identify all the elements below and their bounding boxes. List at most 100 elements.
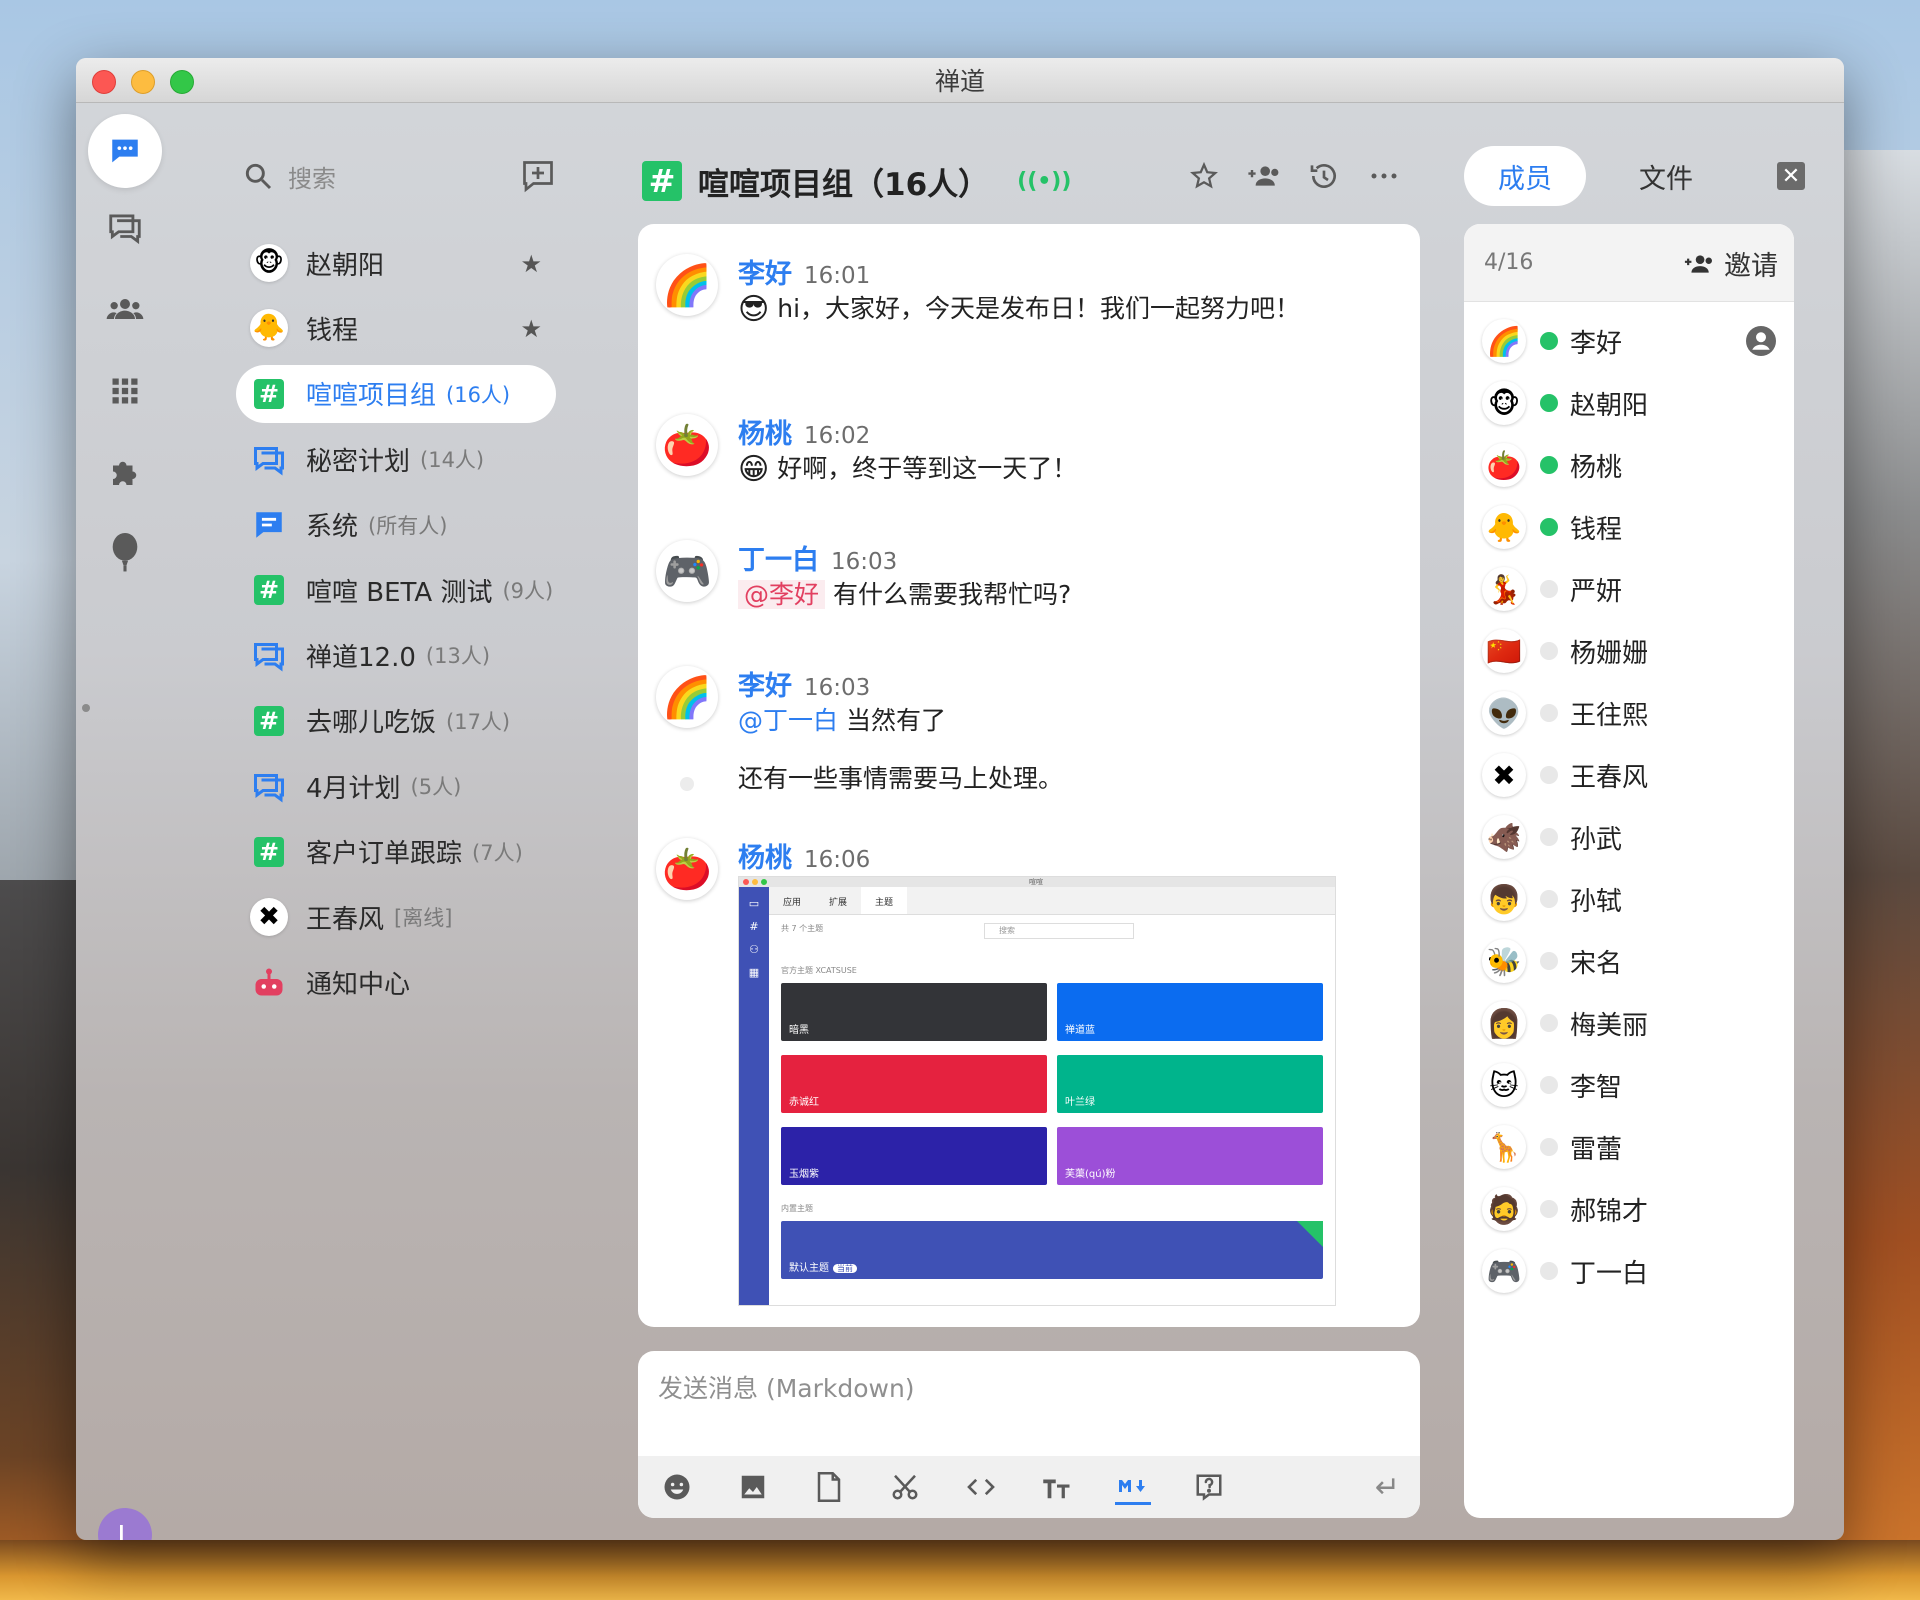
message-list[interactable]: 🌈 李好 16:01 😎 hi，大家好，今天是发布日！我们一起努力吧！ 🍅 杨桃… xyxy=(638,224,1420,1327)
markdown-toggle[interactable] xyxy=(1115,1469,1151,1505)
star-button[interactable] xyxy=(1186,156,1222,196)
member-item[interactable]: 🇨🇳 杨姗姗 xyxy=(1464,620,1794,682)
member-item[interactable]: 👩 梅美丽 xyxy=(1464,992,1794,1054)
member-name: 王往熙 xyxy=(1570,700,1649,731)
rail-contacts-button[interactable] xyxy=(88,272,162,346)
member-item[interactable]: 💃 严妍 xyxy=(1464,558,1794,620)
chat-item-icon: # xyxy=(250,833,288,871)
more-icon xyxy=(1371,173,1397,179)
message-avatar[interactable]: 🌈 xyxy=(656,254,718,316)
close-panel-icon[interactable]: ✕ xyxy=(1777,162,1805,190)
chat-item[interactable]: # 喧喧 BETA 测试 (9人) xyxy=(236,561,556,619)
nav-rail: L xyxy=(76,104,176,1540)
member-item[interactable]: 🐥 钱程 xyxy=(1464,496,1794,558)
minimize-window-button[interactable] xyxy=(131,70,155,94)
member-name: 李好 xyxy=(1570,328,1623,359)
member-item[interactable]: 🎮 丁一白 xyxy=(1464,1240,1794,1302)
member-item[interactable]: 🐱 李智 xyxy=(1464,1054,1794,1116)
star-icon xyxy=(1190,161,1218,189)
member-name: 雷蕾 xyxy=(1570,1134,1623,1165)
chat-item[interactable]: 🐵 赵朝阳 ★ xyxy=(236,234,556,292)
image-button[interactable] xyxy=(735,1469,771,1505)
more-button[interactable] xyxy=(1366,156,1402,196)
rail-discussions-button[interactable] xyxy=(88,190,162,264)
message-avatar[interactable]: 🍅 xyxy=(656,414,718,476)
member-item[interactable]: 👦 孙轼 xyxy=(1464,868,1794,930)
presence-dot xyxy=(1540,394,1558,412)
message-sender[interactable]: 杨桃 xyxy=(738,836,792,875)
code-button[interactable] xyxy=(963,1469,999,1505)
star-icon[interactable]: ★ xyxy=(520,315,542,343)
shot-count-note: 共 7 个主题 xyxy=(781,924,824,933)
message-sender[interactable]: 杨桃 xyxy=(738,412,792,451)
member-item[interactable]: 🐝 宋名 xyxy=(1464,930,1794,992)
emoji-button[interactable] xyxy=(659,1469,695,1505)
member-avatar: 🇨🇳 xyxy=(1482,629,1526,673)
file-button[interactable] xyxy=(811,1469,847,1505)
member-item[interactable]: 🍅 杨桃 xyxy=(1464,434,1794,496)
new-chat-icon[interactable] xyxy=(520,158,556,194)
chat-item[interactable]: # 喧喧项目组 (16人) xyxy=(236,364,556,423)
screenshot-button[interactable] xyxy=(887,1469,923,1505)
chat-item-name: 王春风 xyxy=(306,904,385,935)
font-size-button[interactable] xyxy=(1039,1469,1075,1505)
mention-tag[interactable]: @丁一白 xyxy=(738,706,838,735)
member-item[interactable]: 👽 王往熙 xyxy=(1464,682,1794,744)
message-avatar[interactable]: 🎮 xyxy=(656,540,718,602)
shot-tab: 扩展 xyxy=(829,898,848,908)
online-count: 4/16 xyxy=(1484,250,1534,275)
mention-tag[interactable]: @李好 xyxy=(738,580,826,609)
message-sender[interactable]: 丁一白 xyxy=(738,538,819,577)
chat-item[interactable]: 秘密计划 (14人) xyxy=(236,430,556,488)
puzzle-icon xyxy=(113,461,137,485)
help-button[interactable] xyxy=(1191,1469,1227,1505)
member-item[interactable]: 🐗 孙武 xyxy=(1464,806,1794,868)
member-avatar: 👽 xyxy=(1482,691,1526,735)
message-avatar[interactable]: 🍅 xyxy=(656,838,718,900)
star-icon[interactable]: ★ xyxy=(520,250,542,278)
tab-files[interactable]: 文件 xyxy=(1616,146,1716,206)
member-item[interactable]: 🐵 赵朝阳 xyxy=(1464,372,1794,434)
current-badge: 当前 xyxy=(833,1264,857,1273)
chat-title: 喧喧项目组（16人） xyxy=(698,166,990,203)
chat-item-icon xyxy=(250,440,288,478)
chat-item[interactable]: 4月计划 (5人) xyxy=(236,757,556,815)
tab-members[interactable]: 成员 xyxy=(1464,146,1586,206)
chat-item[interactable]: # 去哪儿吃饭 (17人) xyxy=(236,692,556,750)
message-input[interactable]: 发送消息 (Markdown) xyxy=(658,1369,915,1405)
members-panel: 4/16 邀请 🌈 李好 🐵 赵朝阳 🍅 杨桃 🐥 钱程 💃 严妍 🇨🇳 杨姗姗 👽 王往熙 ✖ 王春风 🐗 孙武… xyxy=(1464,224,1794,1518)
close-window-button[interactable] xyxy=(92,70,116,94)
user-avatar[interactable]: L xyxy=(98,1508,152,1540)
chat-item[interactable]: 通知中心 xyxy=(236,953,556,1011)
rail-chats-button[interactable] xyxy=(88,114,162,188)
send-icon[interactable]: ↵ xyxy=(1375,1470,1400,1505)
member-item[interactable]: 🧔 郝锦才 xyxy=(1464,1178,1794,1240)
image-attachment[interactable]: 喧喧 ▭ # ⚇ ▦ 应用 扩展 主题 共 7 个主题 搜索 官方主题 XCATSUS… xyxy=(738,876,1336,1306)
search-box[interactable]: 搜索 xyxy=(236,146,556,206)
message-avatar[interactable]: 🌈 xyxy=(656,666,718,728)
invite-button[interactable]: 邀请 xyxy=(1682,244,1778,283)
chat-item[interactable]: 🐥 钱程 ★ xyxy=(236,299,556,357)
default-theme-name: 默认主题 xyxy=(789,1263,829,1274)
chat-item[interactable]: ✖ 王春风 [离线] xyxy=(236,888,556,946)
presence-dot xyxy=(1540,1138,1558,1156)
rail-themes-button[interactable] xyxy=(88,516,162,590)
presence-dot xyxy=(1540,456,1558,474)
rail-extensions-button[interactable] xyxy=(88,436,162,510)
presence-dot xyxy=(1540,1200,1558,1218)
history-button[interactable] xyxy=(1306,156,1342,196)
shot-builtin-label: 内置主题 xyxy=(781,1204,813,1213)
member-item[interactable]: 🌈 李好 xyxy=(1464,310,1794,372)
message-sender[interactable]: 李好 xyxy=(738,664,792,703)
message-dot xyxy=(680,777,694,791)
zoom-window-button[interactable] xyxy=(170,70,194,94)
chat-item-name: 系统 xyxy=(306,512,359,543)
chat-item[interactable]: 禅道12.0 (13人) xyxy=(236,626,556,684)
chat-item[interactable]: # 客户订单跟踪 (7人) xyxy=(236,823,556,881)
member-item[interactable]: ✖ 王春风 xyxy=(1464,744,1794,806)
chat-item[interactable]: 系统 (所有人) xyxy=(236,496,556,554)
member-item[interactable]: 🦒 雷蕾 xyxy=(1464,1116,1794,1178)
message-sender[interactable]: 李好 xyxy=(738,252,792,291)
add-member-button[interactable] xyxy=(1246,156,1282,196)
rail-apps-button[interactable] xyxy=(88,354,162,428)
